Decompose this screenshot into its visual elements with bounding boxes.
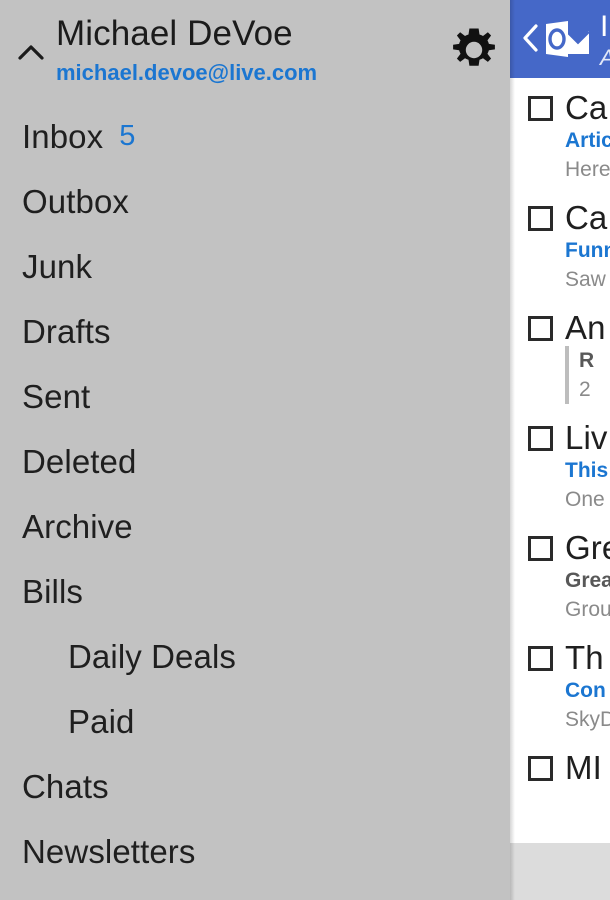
gear-icon[interactable] bbox=[450, 26, 498, 74]
folder-label: Daily Deals bbox=[68, 637, 236, 675]
back-chevron-icon[interactable] bbox=[520, 22, 542, 54]
message-preview: Here bbox=[565, 158, 610, 181]
message-select-checkbox[interactable] bbox=[528, 206, 553, 231]
message-sender: MI bbox=[565, 749, 602, 786]
folder-unread-count: 5 bbox=[119, 120, 136, 152]
sidebar-item-sent[interactable]: Sent bbox=[0, 364, 510, 429]
message-list-footer bbox=[510, 843, 610, 900]
sidebar-item-paid[interactable]: Paid bbox=[0, 689, 510, 754]
message-sender: Ca bbox=[565, 89, 608, 126]
message-subject: Funn bbox=[565, 239, 610, 262]
outlook-logo-icon bbox=[544, 20, 590, 58]
message-select-checkbox[interactable] bbox=[528, 316, 553, 341]
message-sender: Ca bbox=[565, 199, 608, 236]
message-subject: R bbox=[579, 349, 595, 372]
folder-label: Drafts bbox=[22, 312, 111, 350]
folder-label: Outbox bbox=[22, 182, 129, 220]
pane-subtitle: A bbox=[600, 45, 610, 71]
folder-label: Paid bbox=[68, 702, 135, 740]
folder-label: Junk bbox=[22, 247, 93, 285]
message-preview: Saw bbox=[565, 268, 606, 291]
message-sender: An bbox=[565, 309, 606, 346]
message-sender: Th bbox=[565, 639, 604, 676]
mail-app-window: Michael DeVoe michael.devoe@live.com Inb… bbox=[0, 0, 610, 900]
account-header: Michael DeVoe michael.devoe@live.com bbox=[0, 0, 510, 100]
message-select-checkbox[interactable] bbox=[528, 646, 553, 671]
sidebar-item-bills[interactable]: Bills bbox=[0, 559, 510, 624]
message-row[interactable]: Ca Funn Saw bbox=[510, 188, 610, 298]
account-name: Michael DeVoe bbox=[56, 14, 293, 53]
folder-label: Chats bbox=[22, 767, 109, 805]
message-row[interactable]: Gre Grea Grou bbox=[510, 518, 610, 628]
sidebar-item-chats[interactable]: Chats bbox=[0, 754, 510, 819]
folder-label: Newsletters bbox=[22, 832, 196, 870]
folder-sidebar: Michael DeVoe michael.devoe@live.com Inb… bbox=[0, 0, 510, 900]
message-list-pane: I A Ca Artic Here Ca Funn Saw An R 2 Liv This One Gr… bbox=[510, 0, 610, 900]
sidebar-item-archive[interactable]: Archive bbox=[0, 494, 510, 559]
message-subject: Con bbox=[565, 679, 606, 702]
message-subject: This bbox=[565, 459, 609, 482]
message-list[interactable]: CaArticHereCaFunnSawAnR2LivThisOneGreGre… bbox=[510, 78, 610, 843]
sidebar-item-drafts[interactable]: Drafts bbox=[0, 299, 510, 364]
message-select-checkbox[interactable] bbox=[528, 96, 553, 121]
pane-title: I bbox=[600, 10, 609, 43]
message-select-checkbox[interactable] bbox=[528, 536, 553, 561]
message-subject: Grea bbox=[565, 569, 610, 592]
message-row[interactable]: An R 2 bbox=[510, 298, 610, 408]
folder-label: Archive bbox=[22, 507, 133, 545]
folder-label: Inbox bbox=[22, 117, 104, 155]
message-select-checkbox[interactable] bbox=[528, 756, 553, 781]
sidebar-item-daily-deals[interactable]: Daily Deals bbox=[0, 624, 510, 689]
message-sender: Gre bbox=[565, 529, 610, 566]
message-row[interactable]: Liv This One bbox=[510, 408, 610, 518]
sidebar-item-junk[interactable]: Junk bbox=[0, 234, 510, 299]
sidebar-item-inbox[interactable]: Inbox 5 bbox=[0, 104, 510, 169]
sidebar-item-outbox[interactable]: Outbox bbox=[0, 169, 510, 234]
chevron-up-icon[interactable] bbox=[14, 38, 48, 68]
message-row[interactable]: MI bbox=[510, 738, 610, 843]
message-preview: Grou bbox=[565, 598, 610, 621]
sidebar-item-deleted[interactable]: Deleted bbox=[0, 429, 510, 494]
message-preview: One bbox=[565, 488, 605, 511]
folder-label: Deleted bbox=[22, 442, 137, 480]
message-row[interactable]: Ca Artic Here bbox=[510, 78, 610, 188]
conversation-thread-bar bbox=[565, 346, 569, 404]
message-sender: Liv bbox=[565, 419, 608, 456]
message-subject: Artic bbox=[565, 129, 610, 152]
message-pane-header: I A bbox=[510, 0, 610, 78]
message-preview: SkyD bbox=[565, 708, 610, 731]
folder-label: Bills bbox=[22, 572, 84, 610]
message-row[interactable]: Th Con SkyD bbox=[510, 628, 610, 738]
message-select-checkbox[interactable] bbox=[528, 426, 553, 451]
sidebar-item-newsletters[interactable]: Newsletters bbox=[0, 819, 510, 884]
account-email: michael.devoe@live.com bbox=[56, 60, 318, 85]
folder-label: Sent bbox=[22, 377, 91, 415]
message-preview: 2 bbox=[579, 378, 591, 401]
folder-list: Inbox 5 Outbox Junk Drafts Sent Deleted Archive… bbox=[0, 104, 510, 884]
